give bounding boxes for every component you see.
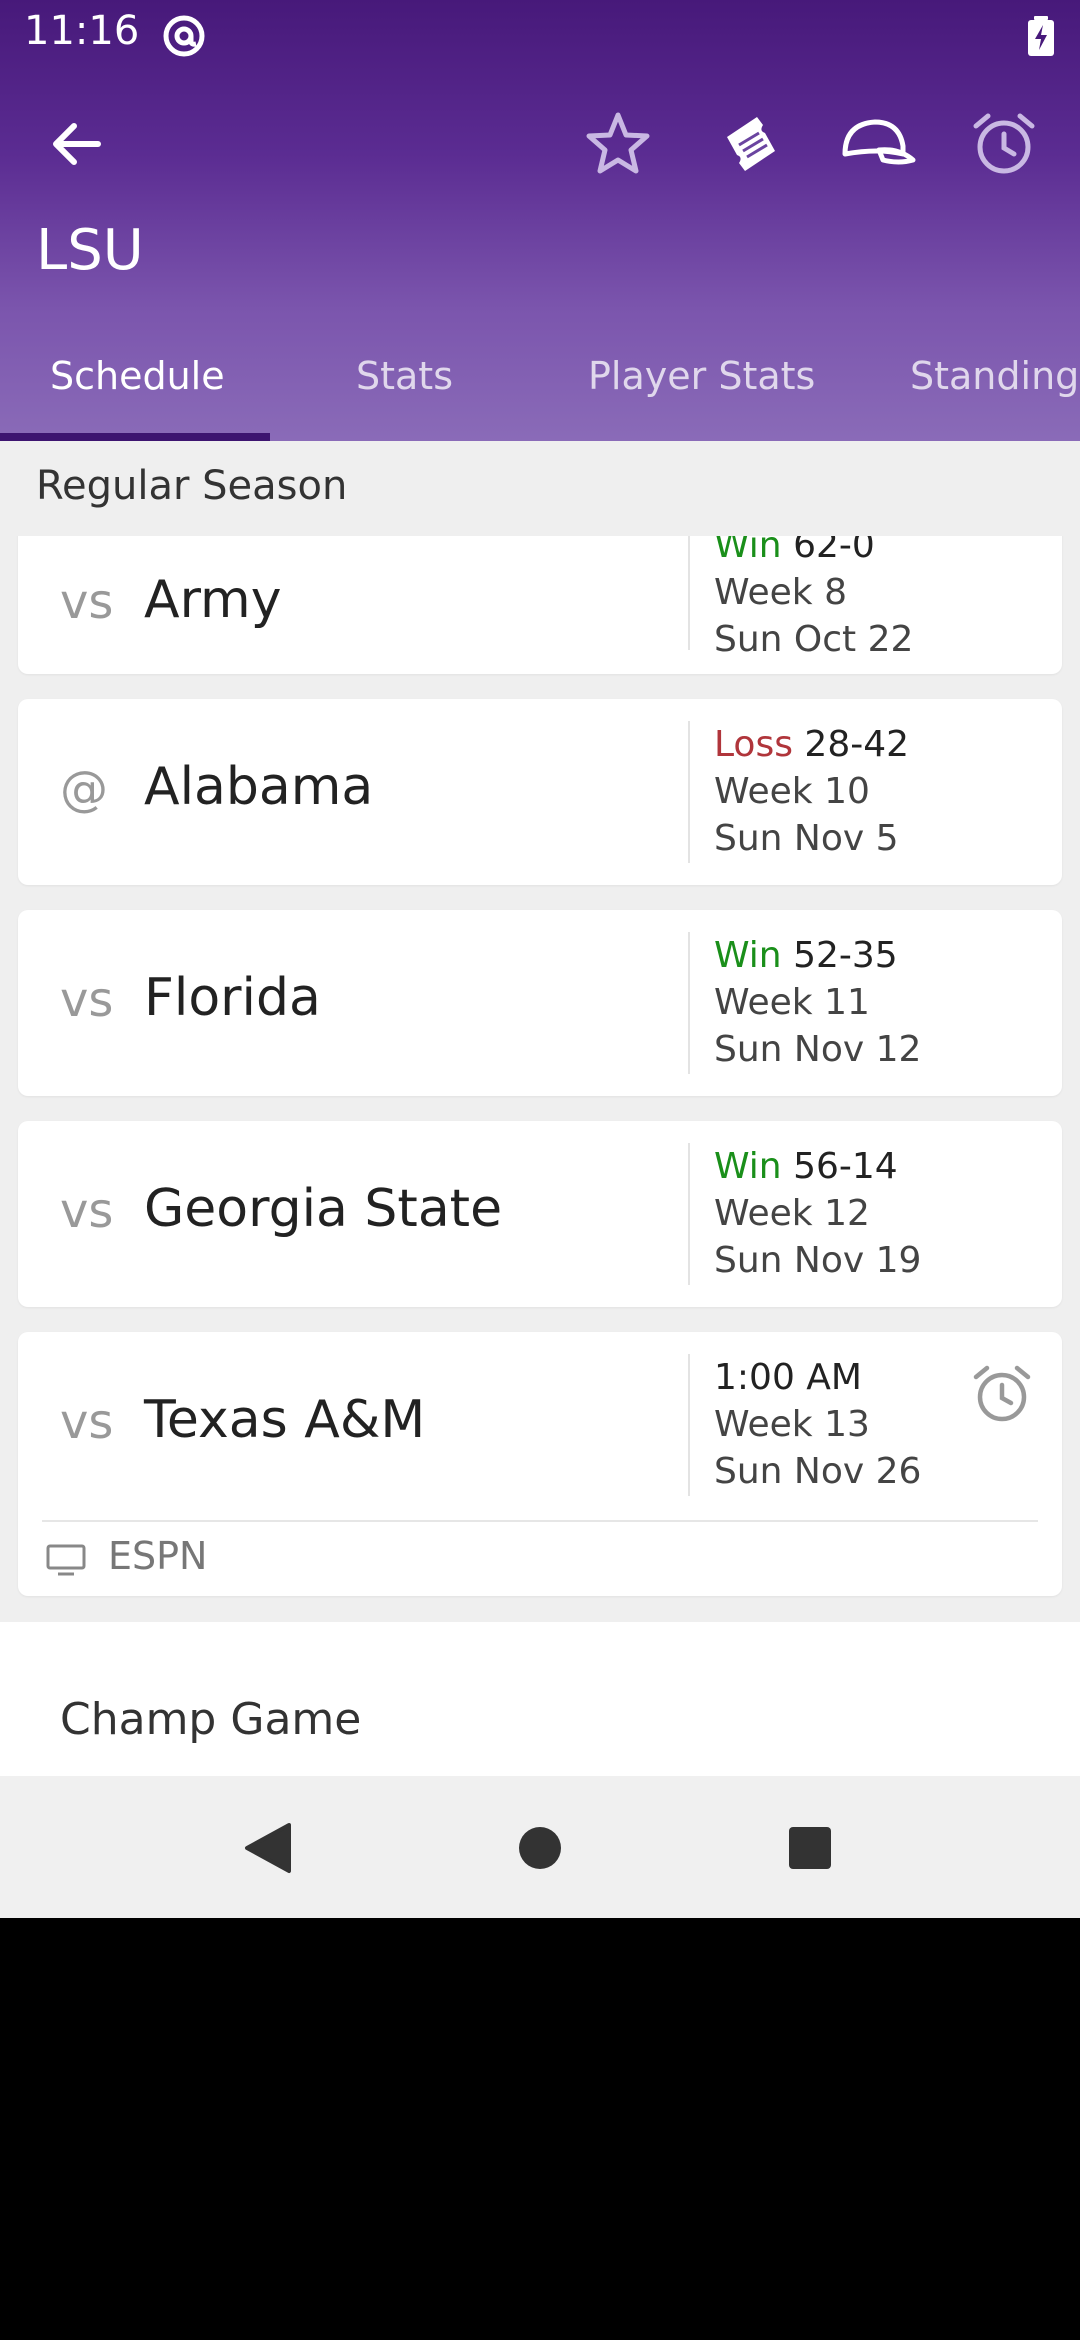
nav-recents-button[interactable] [774, 1812, 846, 1884]
circle-home-icon [519, 1827, 561, 1869]
game-info: Loss 28-42 Week 10 Sun Nov 5 [714, 721, 909, 862]
status-time: 11:16 [24, 8, 140, 54]
next-section: Champ Game [0, 1622, 1080, 1776]
status-bar: 11:16 [0, 0, 1080, 72]
nav-back-button[interactable] [232, 1812, 304, 1884]
game-week: Week 12 [714, 1193, 870, 1234]
card-divider [688, 536, 690, 650]
star-icon [586, 112, 650, 174]
tickets-button[interactable] [712, 104, 792, 184]
game-result: Win 56-14 [714, 1143, 921, 1190]
card-divider [688, 721, 690, 863]
game-result: Loss 28-42 [714, 721, 909, 768]
section-title: Regular Season [36, 463, 348, 509]
game-score: 28-42 [804, 724, 910, 765]
game-week: Week 8 [714, 572, 847, 613]
card-divider [688, 932, 690, 1074]
back-arrow-icon [53, 123, 101, 165]
opponent-name: Georgia State [144, 1179, 503, 1239]
at-sign-notification-icon [163, 15, 205, 57]
game-score: 56-14 [793, 1146, 898, 1187]
game-info: Win 52-35 Week 11 Sun Nov 12 [714, 932, 921, 1073]
game-date: Sun Nov 26 [714, 1451, 922, 1492]
cap-icon [842, 119, 916, 165]
venue-indicator: vs [60, 574, 114, 630]
game-week: Week 11 [714, 982, 870, 1023]
result-label: Win [714, 1146, 782, 1187]
opponent-name: Florida [144, 968, 321, 1028]
square-recents-icon [789, 1827, 831, 1869]
game-card[interactable]: vs Army Win 62-0 Week 8 Sun Oct 22 [18, 536, 1062, 674]
section-header: Regular Season [0, 441, 1080, 536]
triangle-back-icon [245, 1823, 291, 1873]
card-divider [688, 1143, 690, 1285]
tab-stats[interactable]: Stats [356, 354, 453, 398]
game-week: Week 10 [714, 771, 870, 812]
active-tab-indicator [0, 433, 270, 441]
game-card[interactable]: vs Georgia State Win 56-14 Week 12 Sun N… [18, 1121, 1062, 1307]
game-score: 62-0 [793, 536, 875, 566]
venue-indicator: vs [60, 972, 114, 1028]
favorite-button[interactable] [578, 104, 658, 184]
game-alerts-button[interactable] [964, 104, 1044, 184]
game-info: Win 56-14 Week 12 Sun Nov 19 [714, 1143, 921, 1284]
tv-network-row: ESPN [42, 1520, 1038, 1590]
game-score: 52-35 [793, 935, 898, 976]
game-card[interactable]: vs Texas A&M 1:00 AM Week 13 Sun Nov 26 … [18, 1332, 1062, 1596]
game-info: Win 62-0 Week 8 Sun Oct 22 [714, 536, 913, 663]
tv-icon [46, 1544, 86, 1576]
battery-charging-icon [1028, 16, 1054, 56]
tab-standings[interactable]: Standings [910, 354, 1080, 398]
opponent-name: Texas A&M [144, 1390, 426, 1450]
game-time: 1:00 AM [714, 1357, 862, 1398]
game-card[interactable]: @ Alabama Loss 28-42 Week 10 Sun Nov 5 [18, 699, 1062, 885]
nav-home-button[interactable] [504, 1812, 576, 1884]
system-nav-bar [0, 1776, 1080, 1918]
game-date: Sun Nov 5 [714, 818, 899, 859]
app-screen: 11:16 LSU Schedule Stats Player Stats St… [0, 0, 1080, 1918]
venue-indicator: vs [60, 1183, 114, 1239]
game-date: Sun Nov 12 [714, 1029, 922, 1070]
team-gear-button[interactable] [838, 104, 918, 184]
venue-indicator: vs [60, 1394, 114, 1450]
game-result: Win 62-0 [714, 536, 913, 569]
game-result: Win 52-35 [714, 932, 921, 979]
tab-player-stats[interactable]: Player Stats [588, 354, 815, 398]
tab-bar: Schedule Stats Player Stats Standings [0, 344, 1080, 441]
card-divider [688, 1354, 690, 1496]
alarm-clock-icon [973, 113, 1035, 174]
ticket-icon [727, 117, 775, 171]
opponent-name: Army [144, 570, 282, 630]
next-section-title: Champ Game [60, 1694, 362, 1745]
back-button[interactable] [36, 104, 116, 184]
games-list[interactable]: vs Army Win 62-0 Week 8 Sun Oct 22 @ Ala… [0, 536, 1080, 1622]
result-label: Win [714, 935, 782, 976]
game-date: Sun Nov 19 [714, 1240, 922, 1281]
set-alert-alarm-icon[interactable] [970, 1362, 1034, 1426]
game-card[interactable]: vs Florida Win 52-35 Week 11 Sun Nov 12 [18, 910, 1062, 1096]
opponent-name: Alabama [144, 757, 374, 817]
game-date: Sun Oct 22 [714, 619, 914, 660]
tv-network: ESPN [108, 1534, 208, 1578]
tab-schedule[interactable]: Schedule [50, 354, 225, 398]
result-label: Win [714, 536, 782, 566]
venue-indicator: @ [60, 761, 108, 817]
team-header: 11:16 LSU Schedule Stats Player Stats St… [0, 0, 1080, 441]
page-title: LSU [36, 218, 144, 283]
game-info: 1:00 AM Week 13 Sun Nov 26 [714, 1354, 921, 1495]
game-week: Week 13 [714, 1404, 870, 1445]
result-label: Loss [714, 724, 793, 765]
